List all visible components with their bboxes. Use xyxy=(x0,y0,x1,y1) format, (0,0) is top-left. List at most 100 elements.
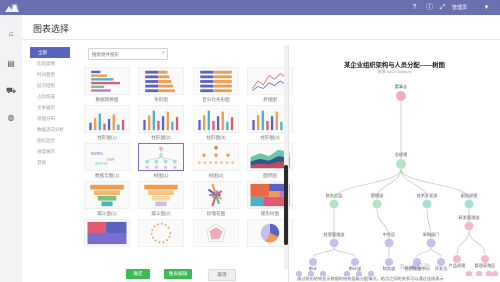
tree-node xyxy=(309,258,317,266)
chart-thumbnail[interactable] xyxy=(193,143,239,171)
home-icon[interactable]: ⌂ xyxy=(6,29,16,39)
tree-node xyxy=(481,255,489,263)
category-item[interactable]: 指标监控 xyxy=(30,135,70,146)
tree-node-label: 采购部门 xyxy=(423,231,440,238)
category-item[interactable]: 层次结构 xyxy=(30,80,70,91)
chart-thumbnail[interactable] xyxy=(84,67,130,95)
tree-node-leaf xyxy=(491,270,499,276)
tree-node xyxy=(464,221,474,231)
chart-thumbnail[interactable] xyxy=(84,219,130,247)
chart-thumbnail[interactable] xyxy=(84,105,130,133)
chart-tile[interactable]: 柱形图(3) xyxy=(193,105,239,141)
cart-icon[interactable]: ⛟ xyxy=(6,86,16,96)
category-item[interactable]: 其他 xyxy=(30,157,70,168)
tree-node-label: 技术开发部 xyxy=(417,192,438,199)
chart-tile[interactable] xyxy=(84,219,130,247)
chart-thumbnail[interactable] xyxy=(193,181,239,209)
chart-tile[interactable] xyxy=(193,219,239,247)
tree-diagram: 董事长总经理财务总监 营销部 技术开发部 副总经理经营管理部 中华区 采购部门研发管理部审… xyxy=(295,83,499,276)
chart-thumbnail[interactable] xyxy=(193,219,239,247)
left-nav: ⌂ ▤ ⛟ ◍ xyxy=(0,15,23,282)
chart-tile-label: 柱形图(2) xyxy=(151,135,171,140)
tree-node xyxy=(384,238,394,248)
globe-icon[interactable]: ◍ xyxy=(6,113,16,123)
user-menu-icon[interactable]: ▾ xyxy=(482,3,491,12)
chart-tile[interactable]: 柱形图(1) xyxy=(84,105,130,141)
chart-thumbnail[interactable] xyxy=(138,219,184,247)
search-input[interactable] xyxy=(89,49,161,59)
tree-node-label: 财务部 xyxy=(383,265,396,272)
chart-thumbnail[interactable] xyxy=(138,105,184,133)
tree-node-label: 开发员 xyxy=(435,265,448,272)
chart-tile[interactable]: 玫瑰花图 xyxy=(193,181,239,217)
tree-node-root xyxy=(396,91,406,101)
tree-node xyxy=(372,199,382,209)
tree-node xyxy=(329,238,339,248)
tree-node-label: 副总经理 xyxy=(461,192,479,199)
chart-tile-label: 数据转换图 xyxy=(95,97,119,102)
chart-tile[interactable]: 数据转换图 xyxy=(84,67,130,103)
chart-thumbnail[interactable] xyxy=(138,67,184,95)
chart-tile-label: 柱形图(3) xyxy=(206,135,226,140)
chart-search-box[interactable]: ⌕ xyxy=(88,48,168,60)
category-item[interactable]: 数据流向分析 xyxy=(30,124,70,135)
search-icon[interactable]: ⌕ xyxy=(162,50,165,57)
chart-thumbnail[interactable] xyxy=(193,105,239,133)
chart-tile[interactable]: 条形图 xyxy=(138,67,184,103)
chart-tile[interactable]: 百分比条形图 xyxy=(193,67,239,103)
category-item[interactable]: 比较类图 xyxy=(30,58,70,69)
user-name[interactable]: 管理员 xyxy=(452,4,467,11)
tree-node xyxy=(464,199,474,209)
chart-tile-label: 玫瑰花图 xyxy=(206,211,226,216)
expand-icon[interactable]: ⤢ xyxy=(438,3,447,12)
cancel-button[interactable]: 取消 xyxy=(208,269,236,281)
chart-tile-label: 树图(1) xyxy=(153,173,169,178)
confirm-button[interactable]: 确定 xyxy=(126,269,150,279)
category-item[interactable]: 文本展示 xyxy=(30,102,70,113)
preview-subtitle: 来源:SaCo DataViz xyxy=(377,69,412,74)
category-item[interactable]: 时间趋势 xyxy=(30,69,70,80)
category-item[interactable]: 进度展示 xyxy=(30,146,70,157)
chart-tile-label: 漏斗图(2) xyxy=(151,211,171,216)
page-title: 图表选择 xyxy=(33,24,70,34)
chart-tile[interactable]: 柱形图(2) xyxy=(138,105,184,141)
chart-tile[interactable] xyxy=(138,219,184,247)
category-all[interactable]: 全部 xyxy=(30,47,70,58)
category-item[interactable]: 占比构成 xyxy=(30,91,70,102)
info-icon[interactable]: ⓘ xyxy=(425,3,434,12)
chart-tile[interactable]: 树图(2) xyxy=(193,143,239,179)
tree-node xyxy=(385,258,393,266)
chart-tile[interactable]: 漏斗图(1) xyxy=(84,181,130,217)
book-icon[interactable]: ▤ xyxy=(6,59,16,69)
tree-node xyxy=(453,255,461,263)
tree-node-label: 研发管理部 xyxy=(459,214,480,221)
tree-node-label: 经营管理部 xyxy=(324,231,345,238)
chart-thumbnail[interactable] xyxy=(138,181,184,209)
svg-text:cloud viz: cloud viz xyxy=(95,161,108,165)
chart-tile-label: 条形图 xyxy=(154,97,168,102)
tree-node-leaf xyxy=(485,270,493,276)
category-list: 全部 比较类图 时间趋势 层次结构 占比构成 文本展示 地理分布 数据流向分析 … xyxy=(30,47,70,168)
tree-node-label: 中华区 xyxy=(383,231,396,238)
category-item[interactable]: 地理分布 xyxy=(30,113,70,124)
watermark-logo: Bai◉经验 xyxy=(400,264,431,271)
chart-preview: 某企业组织架构与人员分配——树图 来源:SaCo DataViz 董事长 总经理财… xyxy=(289,40,500,282)
tree-node-leaf xyxy=(465,270,473,276)
tree-node xyxy=(329,199,339,209)
chart-tile[interactable]: 树图(1) xyxy=(138,143,184,179)
chart-thumbnail[interactable]: DATA chart cloud viz xyxy=(84,143,130,171)
tree-node-label: 营销部 xyxy=(371,192,384,199)
chart-tile-label: 百分比条形图 xyxy=(202,97,230,102)
chart-tile[interactable]: 漏斗图(2) xyxy=(138,181,184,217)
chart-edit-button[interactable]: 图表编辑 xyxy=(164,269,192,279)
help-icon[interactable]: ? xyxy=(410,3,419,12)
chart-tile-label: 数据云图(1) xyxy=(95,173,119,178)
chart-thumbnail[interactable] xyxy=(193,67,239,95)
chart-tile[interactable]: DATA chart cloud viz 数据云图(1) xyxy=(84,143,130,179)
app-header: ▣ ? ⓘ ⤢ 管理员 ▾ xyxy=(0,0,500,15)
chart-thumbnail[interactable] xyxy=(84,181,130,209)
tree-node xyxy=(396,159,406,169)
chart-selector-panel: 图表选择 全部 比较类图 时间趋势 层次结构 占比构成 文本展示 地理分布 数据… xyxy=(22,15,500,282)
chart-thumbnail[interactable] xyxy=(138,143,184,171)
window-icon[interactable]: ▣ xyxy=(10,3,19,12)
